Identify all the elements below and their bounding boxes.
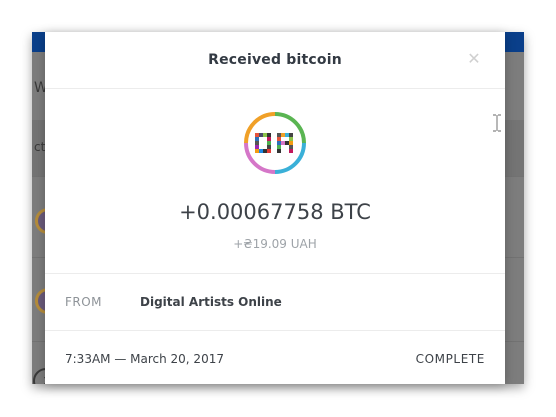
sender-avatar bbox=[243, 111, 307, 175]
from-label: FROM bbox=[65, 295, 103, 309]
transaction-timestamp: 7:33AM — March 20, 2017 bbox=[65, 352, 224, 366]
close-icon[interactable]: ✕ bbox=[467, 51, 481, 67]
section-divider bbox=[45, 273, 505, 274]
fiat-amount: +₴19.09 UAH bbox=[233, 237, 317, 251]
digital-artists-online-logo-icon bbox=[244, 112, 306, 174]
section-divider bbox=[45, 330, 505, 331]
transaction-detail-modal: Received bitcoin ✕ +0.00067758 BTC +₴19.… bbox=[45, 32, 505, 384]
btc-amount: +0.00067758 BTC bbox=[179, 200, 371, 224]
text-cursor-icon bbox=[493, 114, 501, 132]
status-badge: COMPLETE bbox=[415, 352, 485, 366]
modal-header: Received bitcoin ✕ bbox=[45, 32, 505, 89]
from-value[interactable]: Digital Artists Online bbox=[140, 295, 282, 309]
modal-title: Received bitcoin bbox=[208, 52, 342, 68]
